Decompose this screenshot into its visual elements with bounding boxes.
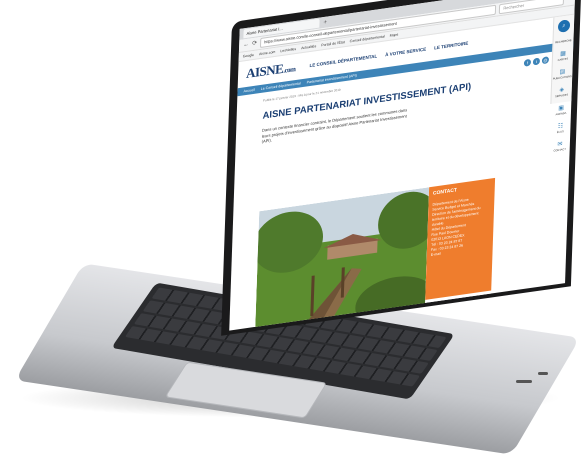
sidebar-item[interactable]: ▣ AGENDA — [551, 104, 571, 117]
sidebar-item[interactable]: RECHERCHE — [553, 39, 573, 45]
sidebar-item[interactable]: ☷ ÉLUS — [550, 122, 570, 135]
sidebar-item[interactable]: ✉ CONTACT — [550, 140, 570, 153]
share-buttons: f t @ — [523, 56, 550, 67]
contact-box: CONTACT Département de l'Aisne Service B… — [425, 177, 496, 300]
nav-item[interactable]: À VOTRE SERVICE — [385, 46, 426, 57]
laptop-lid: Aisne Partenariat I... + ← ⟳ https://www… — [221, 0, 582, 336]
back-icon[interactable]: ← — [243, 41, 249, 50]
sidebar-item[interactable]: ▤ PUBLICATIONS — [552, 68, 572, 81]
reload-icon[interactable]: ⟳ — [252, 39, 257, 48]
site-logo[interactable]: AISNE.com — [246, 59, 296, 82]
laptop-screen: Aisne Partenariat I... + ← ⟳ https://www… — [229, 0, 576, 331]
bookmark-item[interactable]: Maps — [390, 32, 399, 37]
search-icon[interactable]: ⌕ — [557, 19, 571, 33]
twitter-icon[interactable]: t — [532, 57, 541, 66]
usb-port — [516, 380, 532, 383]
sidebar-item[interactable]: ◈ SERVICES — [552, 86, 572, 99]
nav-item[interactable]: LE CONSEIL DÉPARTEMENTAL — [309, 53, 377, 68]
bookmark-item[interactable]: Actualités — [301, 44, 316, 50]
park-photo — [254, 187, 430, 331]
mail-icon[interactable]: @ — [541, 56, 550, 65]
facebook-icon[interactable]: f — [523, 58, 532, 67]
breadcrumb-item[interactable]: Accueil — [243, 88, 254, 94]
usb-port — [538, 372, 548, 375]
bookmark-item[interactable]: Aisne.com — [259, 50, 275, 56]
bookmark-item[interactable]: Google — [243, 53, 254, 59]
site-right-sidebar: ⌕ RECHERCHE ▦ CARTES ▤ PUBLICATIONS ◈ SERVI… — [550, 14, 575, 153]
contact-heading: CONTACT — [432, 187, 458, 197]
bookmark-item[interactable]: Portail de l'État — [321, 40, 345, 47]
nav-item[interactable]: LE TERRITOIRE — [434, 40, 468, 50]
new-tab-icon[interactable]: + — [323, 18, 327, 27]
bookmark-item[interactable]: LesVeilles — [280, 47, 296, 53]
menu-icon[interactable]: ≡ — [567, 0, 571, 4]
sidebar-item[interactable]: ▦ CARTES — [553, 50, 573, 63]
